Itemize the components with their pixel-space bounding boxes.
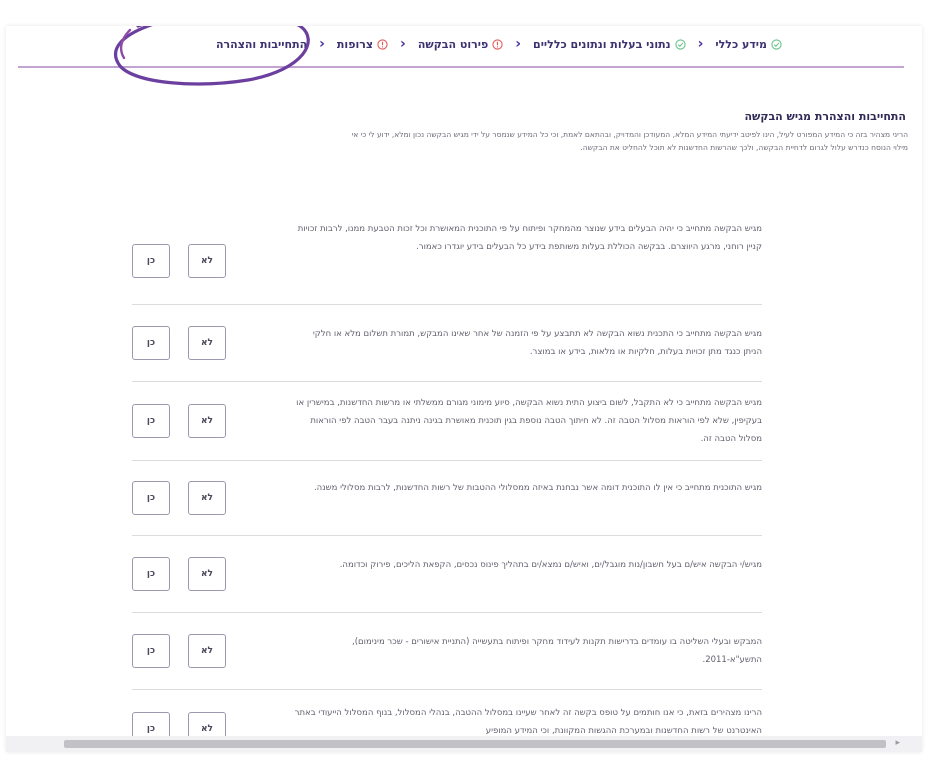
declaration-text: מגיש הבקשה מתחייב כי התכנית נשוא הבקשה ל… <box>312 329 762 357</box>
no-button[interactable]: לא <box>188 634 226 668</box>
chevron-left-icon: ‹ <box>697 36 704 52</box>
horizontal-scrollbar[interactable]: ▸ <box>6 736 922 752</box>
declaration-section: התחייבות והצהרת מגיש הבקשה הריני מצהיר ב… <box>6 70 922 746</box>
chevron-left-icon: ‹ <box>400 36 406 52</box>
alert-circle-icon <box>492 38 503 50</box>
no-button[interactable]: לא <box>188 244 226 278</box>
chevron-left-icon: ‹ <box>319 36 325 52</box>
yes-no-buttons: כן לא <box>132 326 226 360</box>
declaration-list: מגיש הבקשה מתחייב כי יהיה הבעלים בידע שנ… <box>132 218 762 752</box>
declaration-text: הרינו מצהירים בזאת, כי אנו חותמים על טופ… <box>294 708 762 736</box>
stepper-underline <box>18 66 904 68</box>
no-button[interactable]: לא <box>188 404 226 438</box>
alert-circle-icon <box>377 38 388 50</box>
check-circle-icon <box>771 38 782 50</box>
step-label: צרופות <box>336 37 374 51</box>
scrollbar-thumb[interactable] <box>64 740 886 748</box>
chevron-left-icon: ‹ <box>515 36 522 52</box>
progress-stepper: מידע כללי ‹ נתוני בעלות ונתונים כלליים ‹ <box>6 26 922 70</box>
page: מידע כללי ‹ נתוני בעלות ונתונים כלליים ‹ <box>0 0 938 762</box>
yes-button[interactable]: כן <box>132 634 170 668</box>
yes-button[interactable]: כן <box>132 326 170 360</box>
declaration-row: מגיש/י הבקשה איש/ם בעל חשבון/נות מוגבל/י… <box>132 536 762 613</box>
yes-button[interactable]: כן <box>132 557 170 591</box>
step-label: התחייבות והצהרה <box>215 37 308 51</box>
step-ownership-data[interactable]: נתוני בעלות ונתונים כלליים <box>533 38 686 51</box>
declaration-text: מגיש/י הבקשה איש/ם בעל חשבון/נות מוגבל/י… <box>339 560 762 570</box>
application-window: מידע כללי ‹ נתוני בעלות ונתונים כלליים ‹ <box>6 26 922 752</box>
declaration-text: מגיש הבקשה מתחייב כי לא התקבל, לשום ביצו… <box>296 398 762 444</box>
declaration-row: מגיש התוכנית מתחייב כי אין לו התוכנית דו… <box>132 461 762 536</box>
yes-no-buttons: כן לא <box>132 481 226 515</box>
step-declaration[interactable]: התחייבות והצהרה <box>216 38 307 51</box>
no-button[interactable]: לא <box>188 481 226 515</box>
scroll-right-arrow-icon[interactable]: ▸ <box>895 738 900 748</box>
section-description: הריני מצהיר בזה כי המידע המפורט לעיל, הי… <box>351 130 908 152</box>
declaration-row: מגיש הבקשה מתחייב כי לא התקבל, לשום ביצו… <box>132 382 762 461</box>
step-label: מידע כללי <box>715 37 767 51</box>
declaration-text: מגיש הבקשה מתחייב כי יהיה הבעלים בידע שנ… <box>297 224 762 252</box>
no-button[interactable]: לא <box>188 326 226 360</box>
step-attachments[interactable]: צרופות <box>337 38 388 51</box>
stepper-steps: מידע כללי ‹ נתוני בעלות ונתונים כלליים ‹ <box>216 36 782 52</box>
step-request-details[interactable]: פירוט הבקשה <box>418 38 503 51</box>
yes-no-buttons: כן לא <box>132 404 226 438</box>
yes-no-buttons: כן לא <box>132 244 226 278</box>
declaration-row: המבקש ובעלי השליטה בו עומדים בדרישות תקנ… <box>132 613 762 690</box>
check-circle-icon <box>674 38 686 50</box>
declaration-row: מגיש הבקשה מתחייב כי התכנית נשוא הבקשה ל… <box>132 305 762 382</box>
no-button[interactable]: לא <box>188 557 226 591</box>
declaration-text: מגיש התוכנית מתחייב כי אין לו התוכנית דו… <box>313 483 762 493</box>
step-label: פירוט הבקשה <box>417 37 489 51</box>
declaration-text: המבקש ובעלי השליטה בו עומדים בדרישות תקנ… <box>352 637 762 665</box>
step-label: נתוני בעלות ונתונים כלליים <box>533 37 671 51</box>
step-general-info[interactable]: מידע כללי <box>715 38 782 51</box>
declaration-row: מגיש הבקשה מתחייב כי יהיה הבעלים בידע שנ… <box>132 218 762 305</box>
yes-no-buttons: כן לא <box>132 634 226 668</box>
section-title: התחייבות והצהרת מגיש הבקשה <box>744 110 906 123</box>
yes-button[interactable]: כן <box>132 481 170 515</box>
yes-no-buttons: כן לא <box>132 557 226 591</box>
yes-button[interactable]: כן <box>132 404 170 438</box>
yes-button[interactable]: כן <box>132 244 170 278</box>
